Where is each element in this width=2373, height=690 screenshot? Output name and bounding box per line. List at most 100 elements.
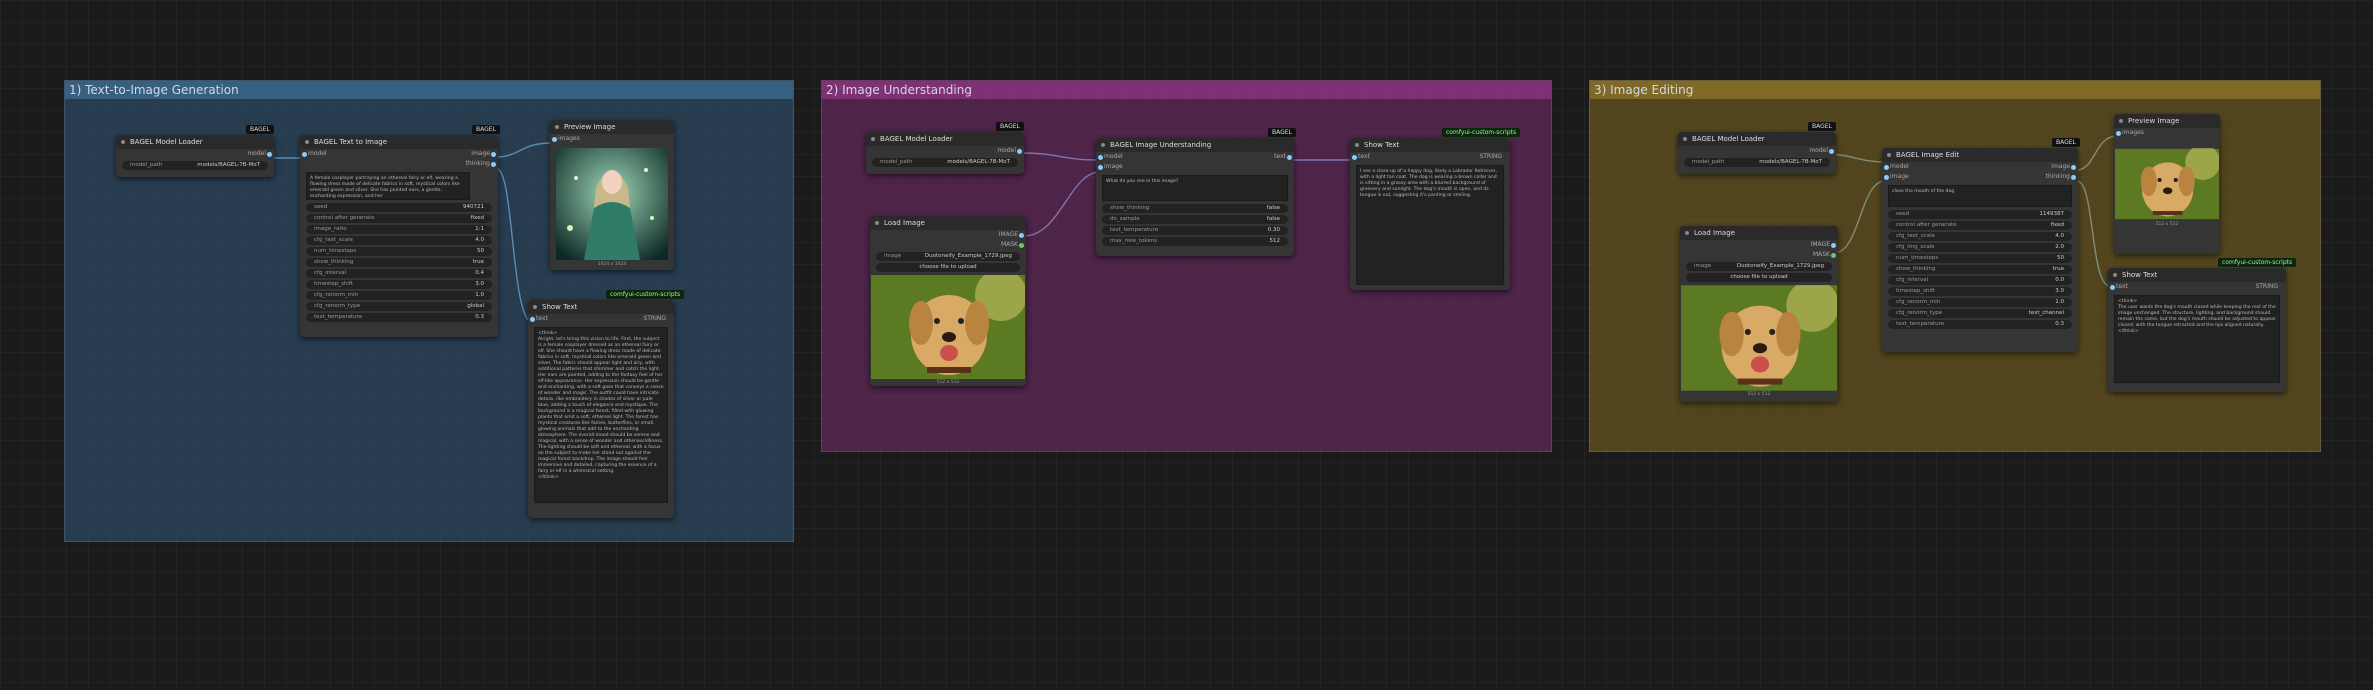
collapse-dot-icon[interactable] xyxy=(533,305,537,309)
widget-cfg-renorm-type[interactable]: cfg_renorm_type global xyxy=(306,302,492,311)
collapse-dot-icon[interactable] xyxy=(2119,119,2123,123)
widget-seed[interactable]: seed 940721 xyxy=(306,203,492,212)
widget-cfg-text-scale[interactable]: cfg_text_scale 4.0 xyxy=(306,236,492,245)
widget-cfg-interval[interactable]: cfg_interval 0.4 xyxy=(306,269,492,278)
preview-image-node[interactable]: Preview Image images 1024 x 1024 xyxy=(550,120,674,270)
input-socket[interactable] xyxy=(1884,165,1889,170)
bagel-text-to-image-node[interactable]: BAGEL BAGEL Text to Image model image thi… xyxy=(300,125,500,337)
output-socket[interactable] xyxy=(1831,253,1836,258)
widget-cfg-renorm-min[interactable]: cfg_renorm_min 1.0 xyxy=(306,291,492,300)
node-badge: BAGEL xyxy=(1808,122,1836,131)
widget-text-temperature[interactable]: text_temperature 0.30 xyxy=(1102,226,1288,235)
model-path-widget[interactable]: model_path models/BAGEL-7B-MoT xyxy=(122,161,268,170)
input-label: image xyxy=(1104,163,1123,170)
widget-seed[interactable]: seed 1149387 xyxy=(1888,210,2072,219)
widget-label: image xyxy=(884,253,902,259)
collapse-dot-icon[interactable] xyxy=(305,140,309,144)
input-socket[interactable] xyxy=(2110,285,2115,290)
widget-control-after-generate[interactable]: control after generate fixed xyxy=(306,214,492,223)
widget-show-thinking[interactable]: show_thinking true xyxy=(306,258,492,267)
collapse-dot-icon[interactable] xyxy=(2113,273,2117,277)
output-socket[interactable] xyxy=(1829,149,1834,154)
collapse-dot-icon[interactable] xyxy=(121,140,125,144)
bagel-image-edit-node[interactable]: BAGEL BAGEL Image Edit model image image t… xyxy=(1882,138,2080,352)
collapse-dot-icon[interactable] xyxy=(875,221,879,225)
bagel-model-loader-node[interactable]: BAGEL BAGEL Model Loader model model_pat… xyxy=(1678,122,1836,174)
collapse-dot-icon[interactable] xyxy=(871,137,875,141)
image-select-widget[interactable]: image Duotoneify_Example_1729.jpeg xyxy=(1686,262,1832,271)
collapse-dot-icon[interactable] xyxy=(1101,143,1105,147)
input-socket[interactable] xyxy=(2116,131,2121,136)
upload-button[interactable]: choose file to upload xyxy=(1686,273,1832,282)
widget-text-temperature[interactable]: text_temperature 0.3 xyxy=(306,313,492,322)
collapse-dot-icon[interactable] xyxy=(1887,153,1891,157)
load-image-node[interactable]: Load Image IMAGE MASK image Duotoneify_Ex… xyxy=(1680,226,1838,402)
input-label: text xyxy=(2116,283,2128,290)
output-socket[interactable] xyxy=(1831,243,1836,248)
widget-cfg-img-scale[interactable]: cfg_img_scale 2.0 xyxy=(1888,243,2072,252)
answer-output-textarea[interactable]: I see a close-up of a happy dog, likely … xyxy=(1356,165,1504,285)
widget-max-new-tokens[interactable]: max_new_tokens 512 xyxy=(1102,237,1288,246)
dog-image[interactable] xyxy=(1681,285,1837,391)
widget-label: num_timesteps xyxy=(1896,255,1939,261)
output-socket[interactable] xyxy=(491,162,496,167)
bagel-model-loader-node[interactable]: BAGEL BAGEL Model Loader model model_pat… xyxy=(116,125,274,177)
widget-do-sample[interactable]: do_sample false xyxy=(1102,215,1288,224)
widget-num-timesteps[interactable]: num_timesteps 50 xyxy=(306,247,492,256)
input-socket[interactable] xyxy=(1098,165,1103,170)
show-text-node[interactable]: comfyui-custom-scripts Show Text text STR… xyxy=(1350,128,1521,290)
widget-timestep-shift[interactable]: timestep_shift 3.0 xyxy=(1888,287,2072,296)
widget-timestep-shift[interactable]: timestep_shift 3.0 xyxy=(306,280,492,289)
image-select-widget[interactable]: image Duotoneify_Example_1729.jpeg xyxy=(876,252,1020,261)
collapse-dot-icon[interactable] xyxy=(1683,137,1687,141)
widget-cfg-text-scale[interactable]: cfg_text_scale 4.0 xyxy=(1888,232,2072,241)
load-image-node[interactable]: Load Image IMAGE MASK image Duotoneify_Ex… xyxy=(870,216,1026,386)
input-socket[interactable] xyxy=(1884,175,1889,180)
input-socket[interactable] xyxy=(1352,155,1357,160)
widget-image-ratio[interactable]: image_ratio 1:1 xyxy=(306,225,492,234)
output-socket[interactable] xyxy=(1019,243,1024,248)
output-socket[interactable] xyxy=(1017,149,1022,154)
show-text-node[interactable]: comfyui-custom-scripts Show Text text STR… xyxy=(528,290,685,518)
widget-text-temperature[interactable]: text_temperature 0.3 xyxy=(1888,320,2072,329)
show-text-node[interactable]: comfyui-custom-scripts Show Text text STR… xyxy=(2108,258,2297,392)
upload-button[interactable]: choose file to upload xyxy=(876,263,1020,272)
input-label: model xyxy=(1104,153,1123,160)
dog-image[interactable] xyxy=(871,275,1025,379)
input-socket[interactable] xyxy=(530,317,535,322)
prompt-textarea[interactable]: close the mouth of the dog xyxy=(1888,185,2072,207)
widget-value: false xyxy=(1266,205,1280,211)
widget-show-thinking[interactable]: show_thinking true xyxy=(1888,265,2072,274)
model-path-widget[interactable]: model_path models/BAGEL-7B-MoT xyxy=(872,158,1018,167)
input-socket[interactable] xyxy=(552,137,557,142)
model-path-widget[interactable]: model_path models/BAGEL-7B-MoT xyxy=(1684,158,1830,167)
output-socket[interactable] xyxy=(2071,175,2076,180)
widget-cfg-renorm-type[interactable]: cfg_renorm_type text_channel xyxy=(1888,309,2072,318)
input-socket[interactable] xyxy=(1098,155,1103,160)
widget-cfg-interval[interactable]: cfg_interval 0.0 xyxy=(1888,276,2072,285)
output-socket[interactable] xyxy=(267,152,272,157)
thinking-output-textarea[interactable]: <think> Alright, let's bring this vision… xyxy=(534,327,668,503)
generated-fairy-image[interactable] xyxy=(556,148,668,260)
widget-cfg-renorm-min[interactable]: cfg_renorm_min 1.0 xyxy=(1888,298,2072,307)
collapse-dot-icon[interactable] xyxy=(1355,143,1359,147)
thinking-output-textarea[interactable]: <think> The user wants the dog's mouth c… xyxy=(2114,295,2280,383)
collapse-dot-icon[interactable] xyxy=(555,125,559,129)
bagel-model-loader-node[interactable]: BAGEL BAGEL Model Loader model model_pat… xyxy=(866,122,1024,174)
output-socket[interactable] xyxy=(491,152,496,157)
prompt-textarea[interactable]: What do you see in this image? xyxy=(1102,175,1288,201)
bagel-image-understanding-node[interactable]: BAGEL BAGEL Image Understanding model tex… xyxy=(1096,128,1296,256)
output-socket[interactable] xyxy=(1287,155,1292,160)
collapse-dot-icon[interactable] xyxy=(1685,231,1689,235)
widget-label: show_thinking xyxy=(1110,205,1150,211)
widget-control-after-generate[interactable]: control after generate fixed xyxy=(1888,221,2072,230)
input-socket[interactable] xyxy=(302,152,307,157)
edited-dog-image[interactable] xyxy=(2115,148,2219,220)
output-socket[interactable] xyxy=(1019,233,1024,238)
widget-show-thinking[interactable]: show_thinking false xyxy=(1102,204,1288,213)
prompt-textarea[interactable]: A female cosplayer portraying an etherea… xyxy=(306,172,470,200)
widget-num-timesteps[interactable]: num_timesteps 50 xyxy=(1888,254,2072,263)
widget-label: text_temperature xyxy=(1896,321,1945,327)
preview-image-node[interactable]: Preview Image images 512 x 512 xyxy=(2114,114,2220,254)
output-socket[interactable] xyxy=(2071,165,2076,170)
